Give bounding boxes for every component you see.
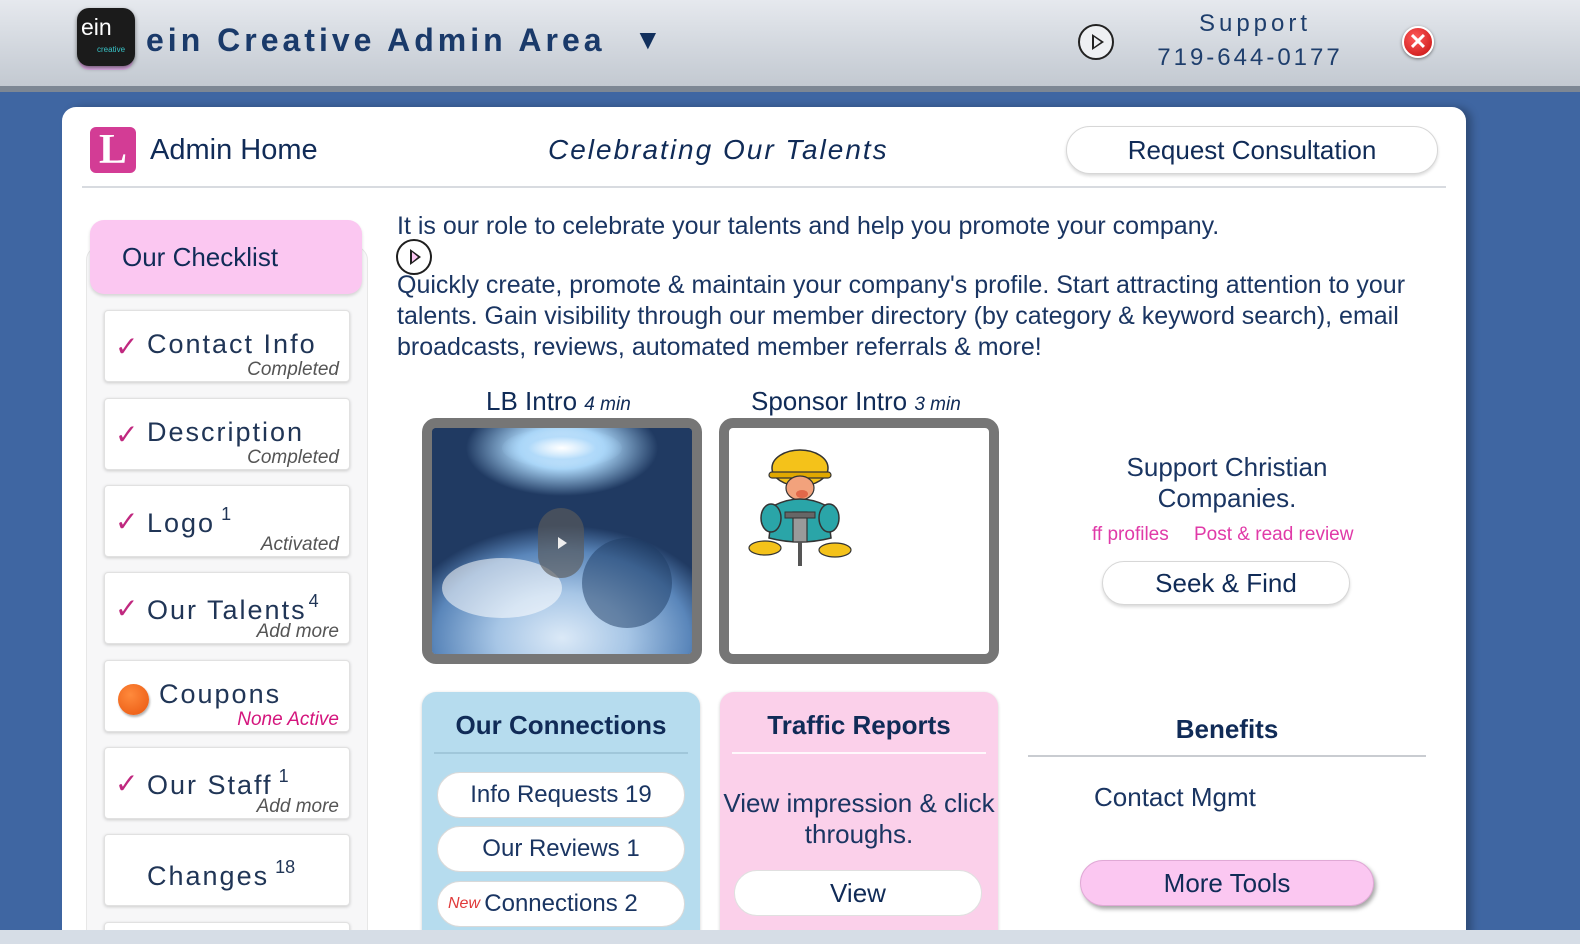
reviews-link[interactable]: Post & read review (1194, 524, 1353, 546)
sponsor-intro-label: Sponsor Intro 3 min (751, 386, 961, 416)
connections-button-label: Connections 2 (484, 890, 638, 917)
checklist-item-changes[interactable]: Changes 18 (104, 834, 350, 906)
traffic-reports-card: Traffic Reports View impression & click … (720, 692, 998, 944)
support-christian-text: Support Christian Companies. (1126, 452, 1328, 513)
checklist-item-our-talents[interactable]: ✓ Our Talents 4 Add more (104, 572, 350, 644)
tagline: Celebrating Our Talents (548, 134, 889, 165)
earth-thumbnail (432, 428, 692, 654)
checklist-item-status: None Active (237, 709, 339, 730)
checkmark-icon: ✓ (115, 419, 139, 450)
checklist-item-description[interactable]: ✓ Description Completed (104, 398, 350, 470)
seek-find-button[interactable]: Seek & Find (1102, 561, 1350, 605)
worker-icon (748, 449, 852, 566)
connections-title: Our Connections (455, 710, 667, 740)
checklist-item-status: Add more (256, 621, 339, 642)
checkmark-icon: ✓ (115, 768, 139, 799)
support-label: Support (1198, 10, 1312, 37)
admin-logo-icon: L (90, 127, 136, 173)
checklist-item-label: Changes 18 (147, 857, 296, 891)
checklist-item-count: 1 (221, 504, 232, 524)
logo-subtext: creative (97, 45, 126, 54)
close-icon[interactable]: ✕ (1402, 26, 1434, 58)
lb-intro-video[interactable] (422, 418, 702, 664)
lb-intro-label: LB Intro 4 min (486, 386, 631, 416)
checkmark-icon: ✓ (115, 506, 139, 537)
lb-intro-duration: 4 min (584, 394, 631, 415)
checklist-item-coupons[interactable]: Coupons None Active (104, 660, 350, 732)
checklist-item-label: Coupons (159, 679, 282, 709)
benefits-divider (1028, 755, 1426, 757)
checklist-header[interactable]: Our Checklist (90, 220, 432, 294)
support-phone[interactable]: 719-644-0177 (1140, 44, 1360, 72)
traffic-description: View impression & click throughs. (723, 788, 995, 849)
our-reviews-button[interactable]: Our Reviews 1 (437, 826, 685, 872)
intro-description: Quickly create, promote & maintain your … (397, 271, 1406, 361)
bottom-strip (0, 930, 1580, 944)
play-icon[interactable] (538, 508, 584, 578)
checklist-item-count: 4 (308, 591, 319, 611)
profiles-link[interactable]: ff profiles (1092, 524, 1169, 546)
traffic-divider (732, 752, 986, 754)
admin-logo-letter: L (98, 127, 127, 173)
checklist-item-count: 18 (275, 857, 296, 877)
checklist-item-status: Activated (260, 534, 339, 555)
chevron-down-icon[interactable]: ▼ (634, 24, 662, 56)
new-badge: New (448, 895, 481, 912)
checklist-item-label: Description (147, 417, 305, 447)
connections-divider (434, 752, 688, 754)
checklist-item-our-staff[interactable]: ✓ Our Staff 1 Add more (104, 747, 350, 819)
traffic-reports-title: Traffic Reports (767, 710, 951, 740)
intro-text: It is our role to celebrate your talents… (397, 212, 1220, 240)
connections-card: Our Connections Info Requests 19 Our Rev… (422, 692, 700, 944)
checklist-item-status: Add more (256, 796, 339, 817)
app-title[interactable]: ein Creative Admin Area (146, 22, 606, 59)
header-divider (82, 186, 1446, 188)
page-title[interactable]: Admin Home (150, 134, 318, 167)
checklist-item-logo[interactable]: ✓ Logo 1 Activated (104, 485, 350, 557)
checklist-title: Our Checklist (122, 242, 279, 272)
ein-logo-icon[interactable]: ein creative (77, 8, 135, 66)
info-requests-button[interactable]: Info Requests 19 (437, 772, 685, 818)
connections-button[interactable]: New Connections 2 (437, 881, 685, 927)
benefits-title: Benefits (1175, 714, 1279, 744)
checklist-item-label: Logo 1 (147, 504, 232, 538)
checkmark-icon: ✓ (115, 593, 139, 624)
right-background (1480, 107, 1580, 937)
request-consultation-button[interactable]: Request Consultation (1066, 126, 1438, 174)
orange-dot-icon (118, 684, 149, 715)
sponsor-intro-duration: 3 min (914, 394, 961, 415)
checkmark-icon: ✓ (115, 331, 139, 362)
contact-mgmt-link[interactable]: Contact Mgmt (1094, 782, 1256, 813)
play-circle-icon[interactable] (1078, 24, 1114, 60)
checklist-item-contact-info[interactable]: ✓ Contact Info Completed (104, 310, 350, 382)
view-button[interactable]: View (734, 870, 982, 916)
checklist-item-status: Completed (247, 359, 339, 380)
checklist-item-count: 1 (278, 766, 289, 786)
top-bar: ein creative ein Creative Admin Area ▼ S… (0, 0, 1580, 92)
checklist-item-label: Contact Info (147, 329, 317, 359)
sponsor-intro-video[interactable] (719, 418, 999, 664)
logo-text: ein (81, 14, 112, 40)
more-tools-button[interactable]: More Tools (1080, 860, 1374, 906)
checklist-item-status: Completed (247, 447, 339, 468)
